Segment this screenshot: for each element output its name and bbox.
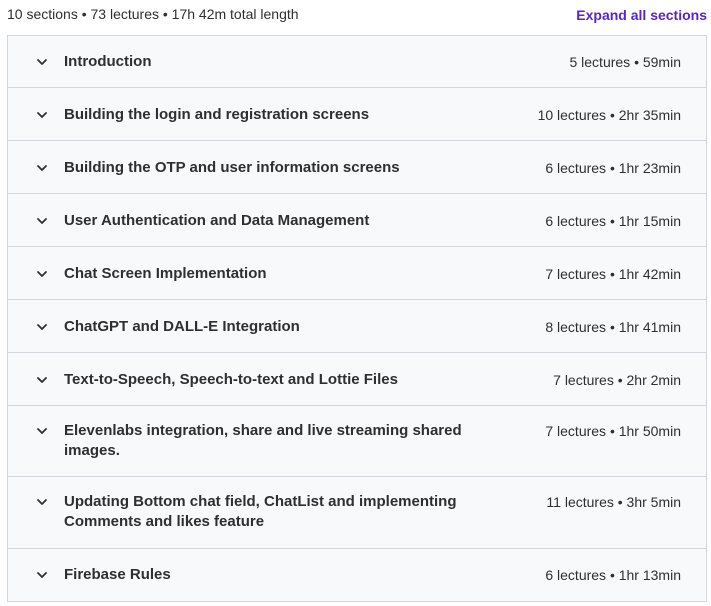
section-row[interactable]: Building the OTP and user information sc… xyxy=(8,141,706,194)
chevron-down-icon[interactable] xyxy=(36,268,48,280)
section-list: Introduction 5 lectures • 59min Building t… xyxy=(7,35,707,602)
section-title: Chat Screen Implementation xyxy=(64,265,267,282)
section-meta: 11 lectures • 3hr 5min xyxy=(546,494,681,510)
section-title: Building the login and registration scre… xyxy=(64,106,370,123)
section-meta: 6 lectures • 1hr 15min xyxy=(545,213,681,229)
section-title: Introduction xyxy=(64,53,152,70)
expand-all-sections-button[interactable]: Expand all sections xyxy=(576,7,707,23)
section-meta: 6 lectures • 1hr 13min xyxy=(545,567,681,583)
section-row[interactable]: Updating Bottom chat field, ChatList and… xyxy=(8,477,706,549)
section-row[interactable]: Firebase Rules 6 lectures • 1hr 13min xyxy=(8,549,706,601)
curriculum-summary: 10 sections • 73 lectures • 17h 42m tota… xyxy=(7,6,299,22)
chevron-down-icon[interactable] xyxy=(36,56,48,68)
chevron-down-icon[interactable] xyxy=(36,425,48,437)
section-meta: 6 lectures • 1hr 23min xyxy=(545,160,681,176)
section-row[interactable]: Introduction 5 lectures • 59min xyxy=(8,36,706,88)
section-row[interactable]: Text-to-Speech, Speech-to-text and Lotti… xyxy=(8,353,706,406)
section-row[interactable]: Chat Screen Implementation 7 lectures • 1… xyxy=(8,247,706,300)
section-title: Text-to-Speech, Speech-to-text and Lotti… xyxy=(64,371,398,388)
section-row[interactable]: User Authentication and Data Management 6… xyxy=(8,194,706,247)
section-meta: 5 lectures • 59min xyxy=(569,54,681,70)
chevron-down-icon[interactable] xyxy=(36,109,48,121)
chevron-down-icon[interactable] xyxy=(36,496,48,508)
section-title: Firebase Rules xyxy=(64,566,171,583)
section-title: Building the OTP and user information sc… xyxy=(64,159,400,176)
chevron-down-icon[interactable] xyxy=(36,374,48,386)
section-meta: 7 lectures • 2hr 2min xyxy=(553,372,681,388)
section-title: Elevenlabs integration, share and live s… xyxy=(64,422,462,459)
chevron-down-icon[interactable] xyxy=(36,569,48,581)
chevron-down-icon[interactable] xyxy=(36,321,48,333)
section-meta: 7 lectures • 1hr 42min xyxy=(545,266,681,282)
section-row[interactable]: Elevenlabs integration, share and live s… xyxy=(8,406,706,477)
section-meta: 7 lectures • 1hr 50min xyxy=(545,423,681,439)
section-meta: 8 lectures • 1hr 41min xyxy=(545,319,681,335)
section-title: User Authentication and Data Management xyxy=(64,212,370,229)
section-title: Updating Bottom chat field, ChatList and… xyxy=(64,493,457,530)
section-title: ChatGPT and DALL-E Integration xyxy=(64,318,300,335)
chevron-down-icon[interactable] xyxy=(36,215,48,227)
section-meta: 10 lectures • 2hr 35min xyxy=(537,107,681,123)
curriculum-summary-bar: 10 sections • 73 lectures • 17h 42m tota… xyxy=(0,0,711,30)
section-row[interactable]: ChatGPT and DALL-E Integration 8 lectures… xyxy=(8,300,706,353)
chevron-down-icon[interactable] xyxy=(36,162,48,174)
section-row[interactable]: Building the login and registration scre… xyxy=(8,88,706,141)
